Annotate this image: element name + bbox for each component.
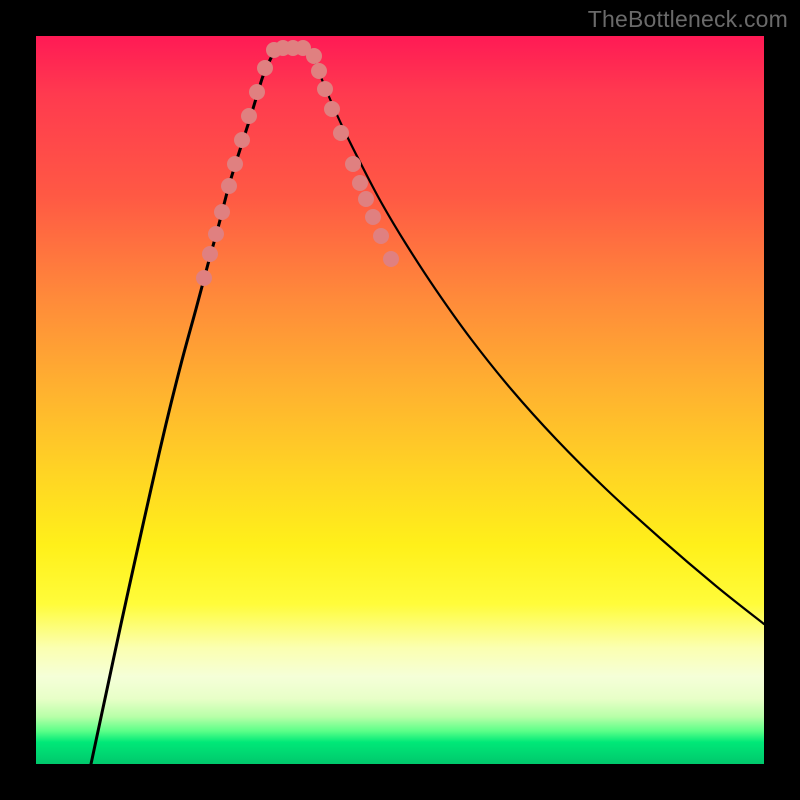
- data-marker: [234, 132, 250, 148]
- data-marker: [383, 251, 399, 267]
- data-marker: [241, 108, 257, 124]
- data-marker: [352, 175, 368, 191]
- data-marker: [333, 125, 349, 141]
- data-marker: [324, 101, 340, 117]
- data-marker: [214, 204, 230, 220]
- markers-left-group: [196, 40, 311, 286]
- curve-right: [311, 50, 764, 624]
- data-marker: [208, 226, 224, 242]
- data-marker: [373, 228, 389, 244]
- curve-left: [91, 50, 275, 764]
- data-marker: [365, 209, 381, 225]
- chart-frame: TheBottleneck.com: [0, 0, 800, 800]
- curve-svg: [36, 36, 764, 764]
- data-marker: [306, 48, 322, 64]
- data-marker: [221, 178, 237, 194]
- data-marker: [358, 191, 374, 207]
- data-marker: [249, 84, 265, 100]
- plot-area: [36, 36, 764, 764]
- data-marker: [196, 270, 212, 286]
- data-marker: [227, 156, 243, 172]
- markers-right-group: [306, 48, 399, 267]
- data-marker: [317, 81, 333, 97]
- watermark-label: TheBottleneck.com: [588, 6, 788, 33]
- data-marker: [202, 246, 218, 262]
- data-marker: [257, 60, 273, 76]
- data-marker: [345, 156, 361, 172]
- data-marker: [311, 63, 327, 79]
